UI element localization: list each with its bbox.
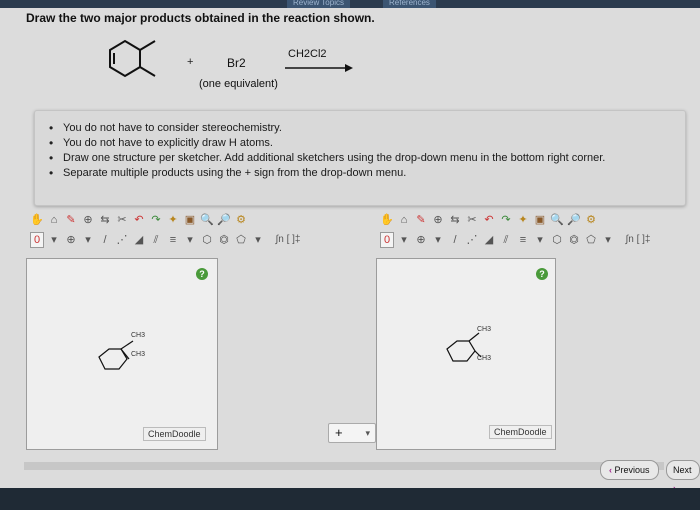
eraser-icon[interactable]: ✎ [64,213,78,227]
double-bond-icon[interactable]: ⫽ [149,233,163,247]
references-tab[interactable]: References [383,0,436,8]
reactant-structure [109,39,156,78]
instruction-item: You do not have to explicitly draw H ato… [49,136,685,150]
instruction-item: You do not have to consider stereochemis… [49,121,685,135]
instructions-box: You do not have to consider stereochemis… [34,110,686,206]
scissors-icon[interactable]: ✂ [115,213,129,227]
undo-icon[interactable]: ↶ [482,213,496,227]
sketcher-1: ✋ ⌂ ✎ ⊕ ⇆ ✂ ↶ ↷ ✦ ▣ 🔍 🔎 ⚙ 0 ▾ ⊕ ▾ / ⋰ ◢ … [26,210,316,456]
methyl-label: CH3 [131,351,146,358]
clean-icon[interactable]: ✦ [516,213,530,227]
chevron-down-icon: ▾ [365,428,370,438]
drawing-canvas[interactable]: ? CH3 CH3 ChemDoodle [26,258,218,450]
instruction-item: Separate multiple products using the + s… [49,166,685,180]
hashed-bond-icon[interactable]: ⋰ [465,233,479,247]
top-bar: Review Topics References [0,0,700,8]
methyl-label: CH3 [131,332,146,339]
progress-bar [24,462,664,470]
pentagon-template-icon[interactable]: ⬠ [584,233,598,247]
benzene-template-icon[interactable]: ⏣ [567,233,581,247]
hashed-bond-icon[interactable]: ⋰ [115,233,129,247]
chevron-down-icon[interactable]: ▾ [81,233,95,247]
charge-selector[interactable]: 0 [380,232,394,248]
sketcher-toolbar-top: ✋ ⌂ ✎ ⊕ ⇆ ✂ ↶ ↷ ✦ ▣ 🔍 🔎 ⚙ [376,210,666,230]
benzene-template-icon[interactable]: ⏣ [217,233,231,247]
reaction-arrow [285,64,353,72]
double-bond-icon[interactable]: ⫽ [499,233,513,247]
redo-icon[interactable]: ↷ [499,213,513,227]
triple-bond-icon[interactable]: ≡ [516,233,530,247]
hand-icon[interactable]: ✋ [380,213,394,227]
undo-icon[interactable]: ↶ [132,213,146,227]
single-bond-icon[interactable]: / [98,233,112,247]
review-topics-tab[interactable]: Review Topics [287,0,350,8]
chevron-down-icon[interactable]: ▾ [431,233,445,247]
lasso-icon[interactable]: ⌂ [47,213,61,227]
reaction-scheme: + Br2 (one equivalent) CH2Cl2 [95,30,375,100]
chemdoodle-badge: ChemDoodle [489,425,552,439]
ring-template-icon[interactable]: ⬡ [200,233,214,247]
chevron-down-icon[interactable]: ▾ [397,233,411,247]
copy-icon[interactable]: ▣ [183,213,197,227]
methyl-label: CH3 [477,355,492,362]
chevron-down-icon[interactable]: ▾ [183,233,197,247]
bottom-bar [0,488,700,510]
template-labels[interactable]: ∫n [ ]‡ [268,233,308,247]
chevron-down-icon[interactable]: ▾ [47,233,61,247]
chevron-down-icon[interactable]: ▾ [601,233,615,247]
zoom-out-icon[interactable]: 🔎 [567,213,581,227]
settings-icon[interactable]: ⚙ [584,213,598,227]
sketcher-toolbar-bottom: 0 ▾ ⊕ ▾ / ⋰ ◢ ⫽ ≡ ▾ ⬡ ⏣ ⬠ ▾ ∫n [ ]‡ [376,230,666,250]
charge-selector[interactable]: 0 [30,232,44,248]
scissors-icon[interactable]: ✂ [465,213,479,227]
single-bond-icon[interactable]: / [448,233,462,247]
sketcher-2: ✋ ⌂ ✎ ⊕ ⇆ ✂ ↶ ↷ ✦ ▣ 🔍 🔎 ⚙ 0 ▾ ⊕ ▾ / ⋰ ◢ … [376,210,666,456]
atom-map-icon[interactable]: ⊕ [81,213,95,227]
methyl-label: CH3 [477,326,492,333]
eraser-icon[interactable]: ✎ [414,213,428,227]
solvent-label: CH2Cl2 [288,48,327,60]
product-structure [98,340,134,370]
ring-template-icon[interactable]: ⬡ [550,233,564,247]
add-sketcher-dropdown[interactable]: + ▾ [328,423,376,443]
chemdoodle-badge: ChemDoodle [143,427,206,441]
next-label: Next [673,465,692,475]
chevron-down-icon[interactable]: ▾ [533,233,547,247]
question-prompt: Draw the two major products obtained in … [26,11,375,25]
chevron-left-icon: ‹ [609,465,612,475]
lasso-icon[interactable]: ⌂ [397,213,411,227]
add-atom-icon[interactable]: ⊕ [414,233,428,247]
reagent-label: Br2 [227,56,246,70]
next-button[interactable]: Next › [666,460,700,493]
drawing-canvas[interactable]: ? CH3 CH3 ChemDoodle [376,258,556,450]
atom-map-icon[interactable]: ⊕ [431,213,445,227]
help-icon[interactable]: ? [536,268,548,280]
instruction-item: Draw one structure per sketcher. Add add… [49,151,685,165]
template-labels[interactable]: ∫n [ ]‡ [618,233,658,247]
pentagon-template-icon[interactable]: ⬠ [234,233,248,247]
hand-icon[interactable]: ✋ [30,213,44,227]
flip-icon[interactable]: ⇆ [448,213,462,227]
redo-icon[interactable]: ↷ [149,213,163,227]
zoom-in-icon[interactable]: 🔍 [200,213,214,227]
sketcher-toolbar-bottom: 0 ▾ ⊕ ▾ / ⋰ ◢ ⫽ ≡ ▾ ⬡ ⏣ ⬠ ▾ ∫n [ ]‡ [26,230,316,250]
help-icon[interactable]: ? [196,268,208,280]
sketcher-toolbar-top: ✋ ⌂ ✎ ⊕ ⇆ ✂ ↶ ↷ ✦ ▣ 🔍 🔎 ⚙ [26,210,316,230]
wedge-bond-icon[interactable]: ◢ [132,233,146,247]
settings-icon[interactable]: ⚙ [234,213,248,227]
zoom-out-icon[interactable]: 🔎 [217,213,231,227]
zoom-in-icon[interactable]: 🔍 [550,213,564,227]
add-sketcher-label: + [335,425,343,440]
flip-icon[interactable]: ⇆ [98,213,112,227]
copy-icon[interactable]: ▣ [533,213,547,227]
triple-bond-icon[interactable]: ≡ [166,233,180,247]
wedge-bond-icon[interactable]: ◢ [482,233,496,247]
equivalent-label: (one equivalent) [199,78,278,90]
plus-sign: + [187,56,194,68]
previous-label: Previous [614,465,650,475]
previous-button[interactable]: ‹ Previous [600,460,659,480]
clean-icon[interactable]: ✦ [166,213,180,227]
chevron-down-icon[interactable]: ▾ [251,233,265,247]
add-atom-icon[interactable]: ⊕ [64,233,78,247]
